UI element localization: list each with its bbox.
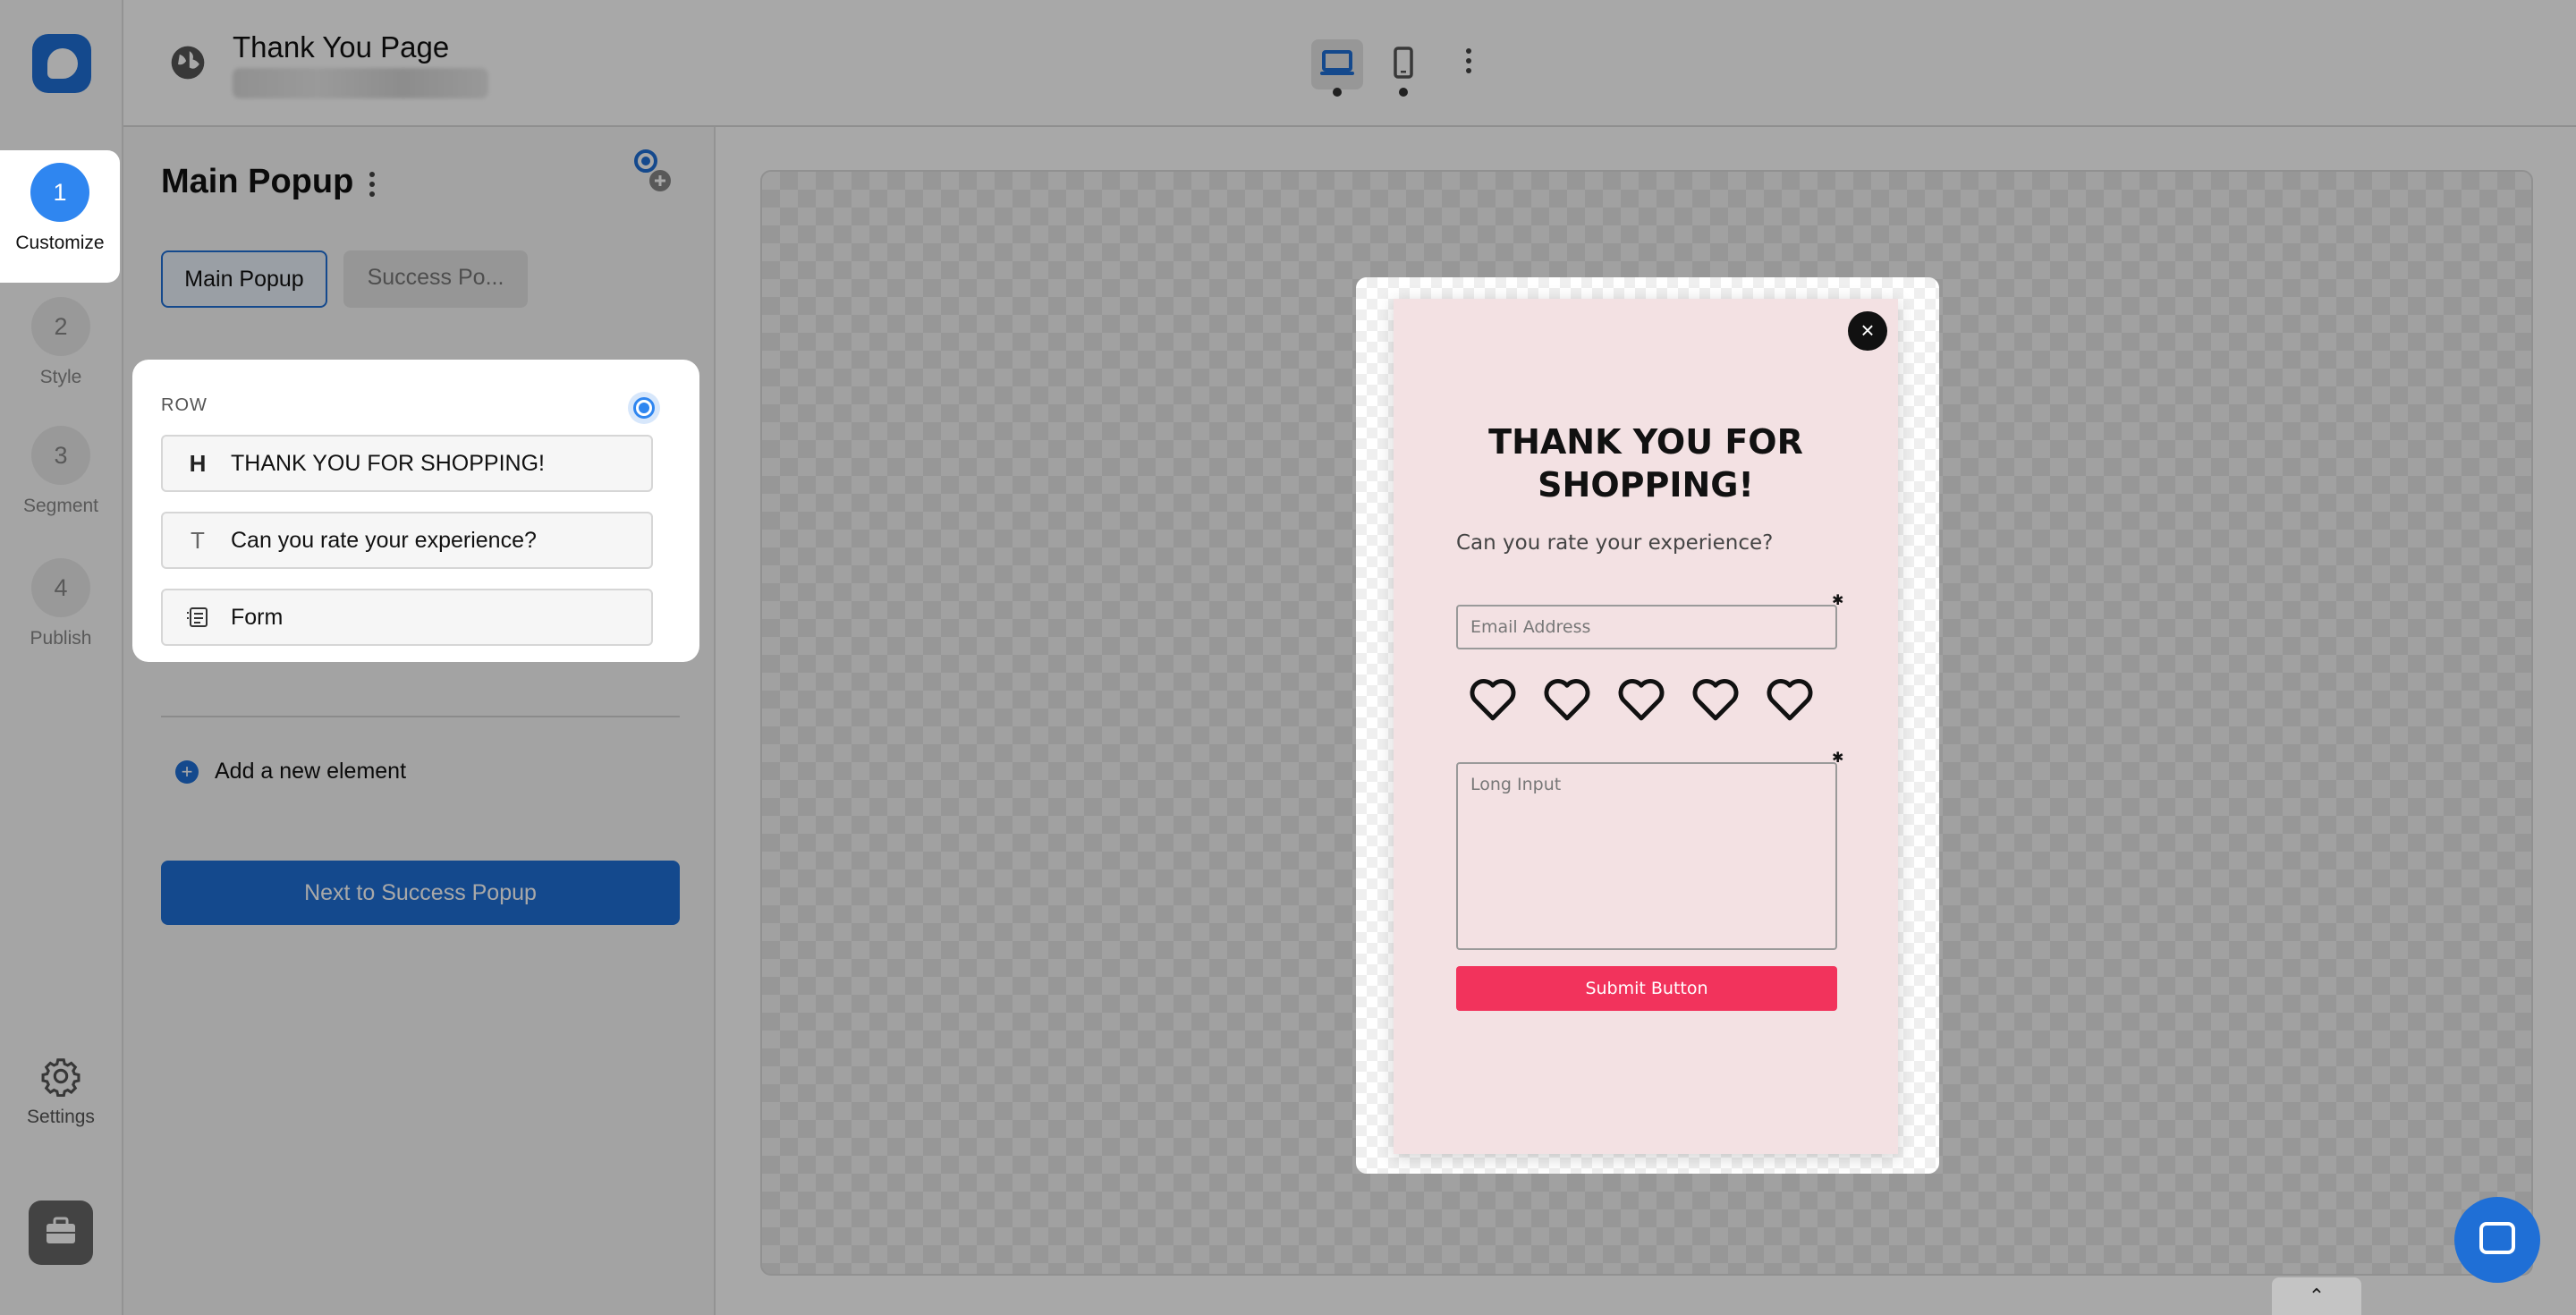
step-label: Customize bbox=[15, 233, 105, 253]
chevron-up-icon[interactable]: ⌃ bbox=[2272, 1277, 2361, 1315]
row-label: ROW bbox=[161, 395, 208, 415]
popup-text[interactable]: Can you rate your experience? bbox=[1456, 531, 1773, 555]
rating-hearts bbox=[1456, 671, 1841, 734]
row-item-label: Can you rate your experience? bbox=[231, 528, 537, 553]
popup-heading[interactable]: THANK YOU FOR SHOPPING! bbox=[1429, 420, 1862, 506]
heart-rating-icon[interactable] bbox=[1539, 671, 1595, 726]
chat-support-icon[interactable] bbox=[2454, 1197, 2540, 1283]
step-customize[interactable]: 1 Customize bbox=[0, 150, 120, 283]
heading-icon: H bbox=[189, 450, 207, 477]
required-asterisk-icon: ✱ bbox=[1832, 751, 1844, 766]
text-icon: T bbox=[191, 527, 205, 554]
row-target-icon[interactable] bbox=[628, 392, 660, 424]
submit-button[interactable]: Submit Button bbox=[1456, 966, 1837, 1011]
row-item-label: THANK YOU FOR SHOPPING! bbox=[231, 451, 545, 476]
heart-rating-icon[interactable] bbox=[1465, 671, 1521, 726]
row-item-form[interactable]: Form bbox=[161, 589, 653, 646]
popup-preview: × THANK YOU FOR SHOPPING! Can you rate y… bbox=[1394, 299, 1898, 1154]
popup-close-icon[interactable]: × bbox=[1848, 311, 1887, 351]
row-item-heading[interactable]: H THANK YOU FOR SHOPPING! bbox=[161, 435, 653, 492]
form-icon bbox=[187, 607, 208, 627]
heart-rating-icon[interactable] bbox=[1688, 671, 1743, 726]
row-item-text[interactable]: T Can you rate your experience? bbox=[161, 512, 653, 569]
long-input-field[interactable]: Long Input bbox=[1456, 762, 1837, 950]
required-asterisk-icon: ✱ bbox=[1832, 593, 1844, 608]
row-card: ROW H THANK YOU FOR SHOPPING! T Can you … bbox=[132, 360, 699, 662]
heart-rating-icon[interactable] bbox=[1614, 671, 1669, 726]
step-number: 1 bbox=[30, 163, 89, 222]
heart-rating-icon[interactable] bbox=[1762, 671, 1818, 726]
popup-preview-frame: × THANK YOU FOR SHOPPING! Can you rate y… bbox=[1356, 277, 1939, 1174]
row-item-label: Form bbox=[231, 605, 284, 630]
email-field[interactable]: Email Address bbox=[1456, 605, 1837, 649]
